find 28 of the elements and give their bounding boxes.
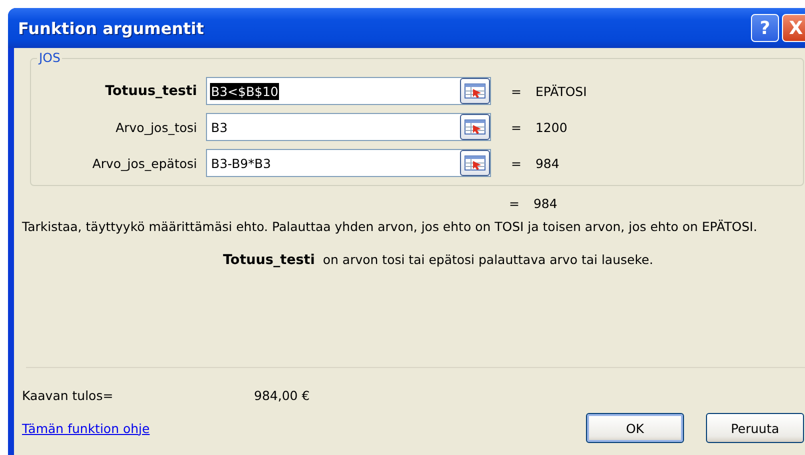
argument-field[interactable]: B3<$B$10 <box>206 77 491 105</box>
ok-button[interactable]: OK <box>586 413 684 443</box>
argument-result: EPÄTOSI <box>535 84 587 98</box>
argument-label: Arvo_jos_tosi <box>114 120 198 134</box>
cell-reference-icon[interactable] <box>460 114 490 140</box>
cancel-button[interactable]: Peruuta <box>706 413 804 443</box>
function-result: 984 <box>533 196 558 211</box>
window-title: Funktion argumentit <box>18 18 204 38</box>
argument-label: Arvo_jos_epätosi <box>91 156 198 170</box>
argument-field[interactable]: B3 <box>206 113 491 141</box>
equals-sign: = <box>511 84 522 98</box>
argument-field[interactable]: B3-B9*B3 <box>206 149 491 177</box>
argument-label: Totuus_testi <box>104 83 198 99</box>
argument-result: 1200 <box>535 120 568 134</box>
cell-reference-icon[interactable] <box>460 150 490 176</box>
cell-reference-icon[interactable] <box>460 78 490 104</box>
equals-sign: = <box>511 120 522 134</box>
function-description: Tarkistaa, täyttyykö määrittämäsi ehto. Palauttaa yhden arvon, jos ehto on TOSI ja toisen arvon, jos ehto on EPÄTOSI. <box>22 218 758 236</box>
argument-result: 984 <box>535 156 560 170</box>
argument-name: Totuus_testi <box>223 252 315 268</box>
equals-sign: = <box>509 196 520 211</box>
group-legend: JOS <box>37 50 62 65</box>
formula-result-value: 984,00 € <box>254 388 310 403</box>
help-link[interactable]: Tämän funktion ohje <box>22 420 150 436</box>
equals-sign: = <box>511 156 522 170</box>
help-button[interactable]: ? <box>751 14 779 42</box>
formula-result-label: Kaavan tulos= <box>22 388 114 403</box>
argument-description: on arvon tosi tai epätosi palauttava arvo tai lauseke. <box>322 252 654 267</box>
